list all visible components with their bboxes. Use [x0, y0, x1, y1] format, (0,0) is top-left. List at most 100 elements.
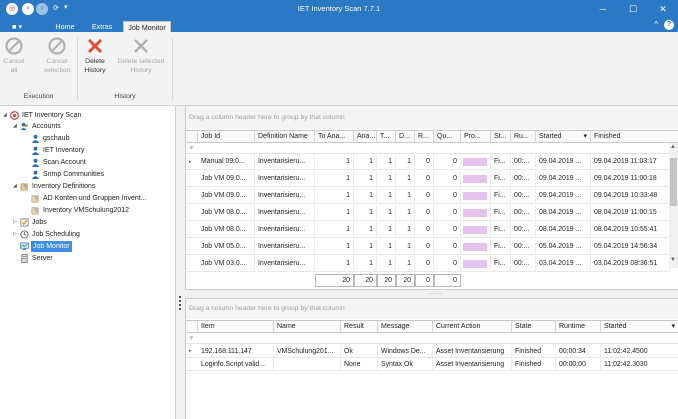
- scroll-up-icon[interactable]: ▲: [670, 144, 676, 150]
- cell-queued: 0: [434, 222, 461, 238]
- column-header-state[interactable]: State: [512, 321, 556, 333]
- tab-job-monitor[interactable]: Job Monitor: [123, 21, 171, 32]
- filter-icon[interactable]: ᵩ: [190, 334, 193, 340]
- expand-arrow-icon[interactable]: ▷: [13, 217, 17, 228]
- column-header-definition-name[interactable]: Definition Name: [255, 131, 315, 143]
- column-header-queued[interactable]: Qu...: [434, 131, 461, 143]
- table-row[interactable]: ▸ 192.168.111.147 VMSchulung201... Ok Window…: [186, 345, 678, 358]
- cell-runtime: 00:...: [511, 171, 536, 187]
- close-button[interactable]: ✕: [648, 0, 678, 19]
- delete-history-button[interactable]: Delete History: [80, 36, 110, 75]
- column-header-r[interactable]: R...: [415, 131, 434, 143]
- tree-node-label: Job Monitor: [31, 241, 72, 252]
- cell-job-id: Job VM 05.0...: [198, 239, 255, 255]
- horizontal-splitter[interactable]: ·····: [185, 289, 678, 299]
- cell-started: 09.04.2019 ...: [536, 154, 591, 170]
- collapse-arrow-icon[interactable]: ◢: [13, 181, 17, 192]
- column-header-message[interactable]: Message: [378, 321, 433, 333]
- cancel-all-label: Cancel all: [3, 58, 25, 74]
- cell-definition-name: Inventarisieru...: [255, 222, 315, 238]
- cell-started: 08.04.2019 ...: [536, 222, 591, 238]
- delete-selected-history-button[interactable]: Delete selected History: [113, 36, 169, 75]
- user-icon: [31, 170, 40, 179]
- cell-name: [274, 358, 341, 371]
- tree-node-label: gschaub: [43, 135, 70, 142]
- column-header-finished[interactable]: Finished: [591, 131, 670, 143]
- group-by-panel[interactable]: Drag a column header here to group by th…: [186, 299, 678, 319]
- cell-finished: 09.04.2019 11:03:17: [591, 154, 670, 170]
- cancel-circle-icon: [48, 37, 66, 55]
- column-header-started[interactable]: Started ▾: [536, 131, 591, 143]
- cell-t: 1: [377, 205, 396, 221]
- tab-extras[interactable]: Extras: [87, 21, 117, 32]
- delete-selected-history-label: Delete selected History: [117, 58, 165, 74]
- cell-queued: 0: [434, 256, 461, 272]
- table-row[interactable]: Job VM 09.0... Inventarisieru... 1 1 1 1 0 0 Fi.…: [186, 171, 670, 187]
- cell-queued: 0: [434, 171, 461, 187]
- monitor-icon: [20, 242, 29, 251]
- column-header-runtime[interactable]: Runtime: [556, 321, 601, 333]
- column-header-name[interactable]: Name: [274, 321, 341, 333]
- filter-icon[interactable]: ᵩ: [190, 144, 193, 150]
- minimize-button[interactable]: ─: [588, 0, 618, 19]
- cell-to-analyze: 1: [315, 171, 354, 187]
- table-row[interactable]: Loginfo.Script valid... None Syntax Ok Asse…: [186, 358, 678, 371]
- cell-progress: [461, 222, 491, 238]
- column-header-progress[interactable]: Pro...: [461, 131, 491, 143]
- tab-home[interactable]: Home: [50, 21, 80, 32]
- column-header-d[interactable]: D...: [396, 131, 415, 143]
- cell-definition-name: Inventarisieru...: [255, 205, 315, 221]
- expand-arrow-icon[interactable]: ▷: [13, 229, 17, 240]
- cell-started: 09.04.2019 ...: [536, 171, 591, 187]
- filter-row[interactable]: ᵩ: [186, 333, 678, 344]
- column-dropdown-icon[interactable]: ▾: [671, 321, 675, 333]
- cell-item: 192.168.111.147: [198, 345, 274, 358]
- column-header-item[interactable]: Item: [198, 321, 274, 333]
- tree-node-label: Jobs: [32, 219, 47, 226]
- maximize-button[interactable]: ☐: [618, 0, 648, 19]
- collapse-arrow-icon[interactable]: ◢: [3, 110, 7, 121]
- splitter-grip[interactable]: ·····: [428, 291, 443, 297]
- cancel-selection-button[interactable]: Cancel selection: [40, 36, 74, 75]
- cancel-all-button[interactable]: Cancel all: [2, 36, 26, 75]
- table-row[interactable]: Job VM 08.0... Inventarisieru... 1 1 1 1 0 0 Fi.…: [186, 222, 670, 238]
- column-header-started[interactable]: Started ▾: [601, 321, 678, 333]
- cell-state: Finished: [512, 345, 556, 358]
- column-header-state[interactable]: St...: [491, 131, 511, 143]
- splitter-grip[interactable]: [179, 296, 181, 310]
- collapse-ribbon-icon[interactable]: ^: [654, 20, 658, 29]
- column-header-t[interactable]: T...: [377, 131, 396, 143]
- cell-r: 0: [415, 205, 434, 221]
- table-row[interactable]: Job VM 05.0... Inventarisieru... 1 1 1 1 0 0 Fi.…: [186, 239, 670, 255]
- group-by-panel[interactable]: Drag a column header here to group by th…: [186, 106, 678, 129]
- column-header-runtime[interactable]: Ru...: [511, 131, 536, 143]
- file-menu-button[interactable]: ■ ▾: [6, 21, 28, 32]
- table-row[interactable]: Job VM 08.0... Inventarisieru... 1 1 1 1 0 0 Fi.…: [186, 205, 670, 221]
- tree-node-label: IET Inventory: [43, 147, 85, 154]
- vertical-splitter[interactable]: [176, 106, 185, 419]
- jobs-grid: Drag a column header here to group by th…: [185, 106, 678, 289]
- ribbon-separator: [172, 38, 173, 100]
- table-row[interactable]: Job VM 09.0... Inventarisieru... 1 1 1 1 0 0 Fi.…: [186, 188, 670, 204]
- column-header-result[interactable]: Result: [341, 321, 378, 333]
- total-d: 20: [396, 274, 415, 287]
- column-header-to-analyze[interactable]: To Ana...: [315, 131, 354, 143]
- cell-runtime: 00:...: [511, 188, 536, 204]
- column-header-current-action[interactable]: Current Action: [433, 321, 512, 333]
- column-header-job-id[interactable]: Job Id: [198, 131, 255, 143]
- collapse-arrow-icon[interactable]: ◢: [13, 121, 17, 132]
- delete-history-label: Delete History: [84, 58, 106, 74]
- tree-node-label: Server: [32, 255, 53, 262]
- scroll-down-icon[interactable]: ▼: [670, 257, 676, 263]
- progress-bar: [463, 192, 487, 200]
- scroll-thumb[interactable]: [670, 158, 677, 206]
- table-row[interactable]: ▸ Manual 09.0... Inventarisieru... 1 1 1 1 0 0 Fi…: [186, 154, 670, 170]
- help-icon[interactable]: ?: [664, 20, 674, 30]
- cell-finished: 09.04.2019 11:00:18: [591, 171, 670, 187]
- jobs-vertical-scrollbar[interactable]: ▲ ▼: [669, 143, 678, 268]
- column-header-analyzed[interactable]: Ana...: [354, 131, 377, 143]
- cell-definition-name: Inventarisieru...: [255, 188, 315, 204]
- filter-row[interactable]: ᵩ: [186, 143, 678, 154]
- table-row[interactable]: Job VM 03.0... Inventarisieru... 1 1 1 1 0 0 Fi.…: [186, 256, 670, 272]
- group-label-execution: Execution: [23, 93, 54, 100]
